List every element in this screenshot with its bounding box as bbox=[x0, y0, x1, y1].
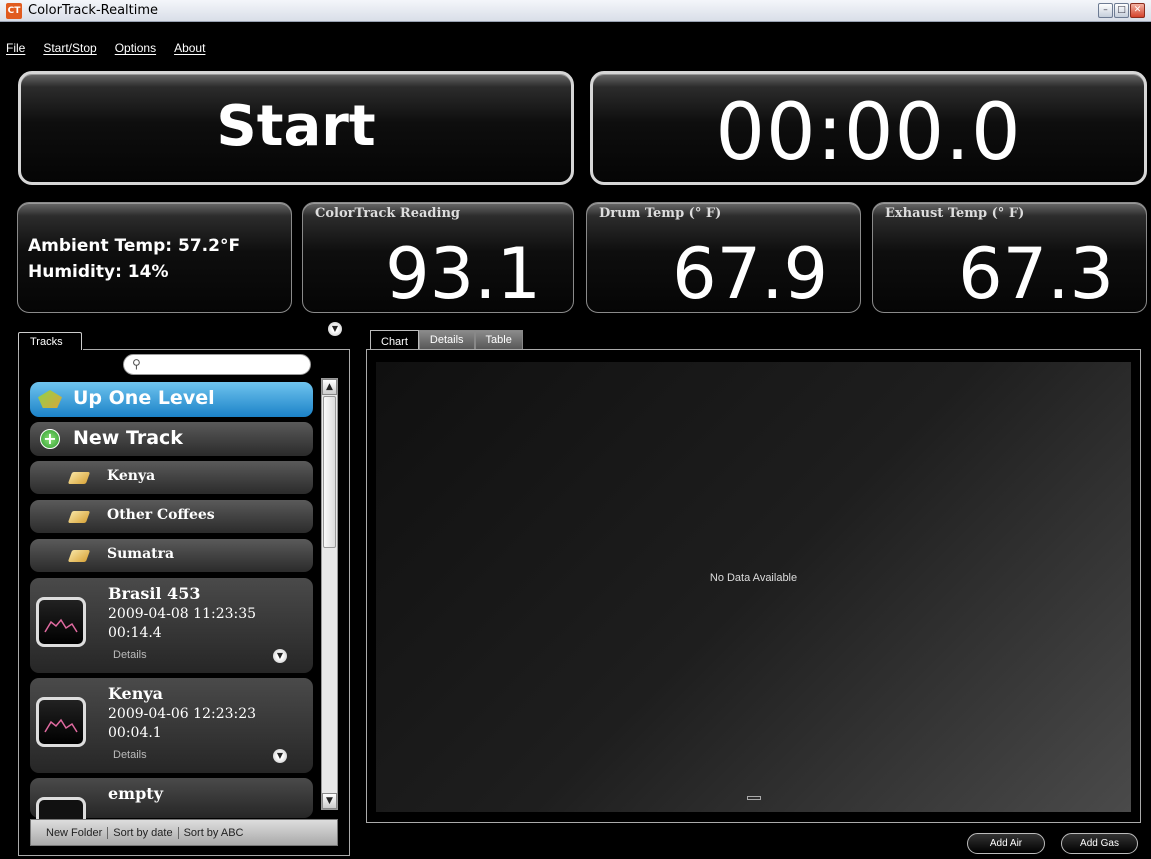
new-track-label: New Track bbox=[73, 427, 183, 449]
track-details-link[interactable]: Details bbox=[113, 649, 147, 661]
add-air-button[interactable]: Add Air bbox=[967, 833, 1045, 854]
menu-file[interactable]: File bbox=[0, 38, 37, 59]
up-one-level-button[interactable]: Up One Level bbox=[30, 382, 313, 417]
no-data-message: No Data Available bbox=[709, 572, 798, 584]
tracks-scrollbar[interactable]: ▲ ▼ bbox=[321, 378, 338, 810]
folder-icon bbox=[67, 511, 91, 523]
maximize-button[interactable]: □ bbox=[1114, 3, 1129, 18]
chevron-down-icon[interactable]: ▼ bbox=[328, 322, 342, 336]
metric-title: Drum Temp (° F) bbox=[599, 206, 722, 221]
folder-icon bbox=[67, 472, 91, 484]
timer-display: 00:00.0 bbox=[590, 71, 1147, 185]
folder-item[interactable]: Sumatra bbox=[30, 539, 313, 572]
window-title: ColorTrack-Realtime bbox=[28, 3, 159, 18]
title-bar: CT ColorTrack-Realtime – □ ✕ bbox=[0, 0, 1151, 22]
chart-thumbnail-icon bbox=[36, 697, 86, 747]
minimize-button[interactable]: – bbox=[1098, 3, 1113, 18]
ambient-panel bbox=[17, 202, 292, 313]
close-button[interactable]: ✕ bbox=[1130, 3, 1145, 18]
app-icon: CT bbox=[6, 2, 22, 19]
ambient-temp: Ambient Temp: 57.2°F bbox=[28, 236, 241, 256]
chart-thumbnail-icon bbox=[36, 597, 86, 647]
track-date: 2009-04-06 12:23:23 bbox=[108, 706, 257, 722]
start-button[interactable]: Start bbox=[18, 71, 574, 185]
search-input[interactable]: ⚲ bbox=[123, 354, 311, 375]
metric-value: 67.3 bbox=[958, 233, 1114, 315]
metric-value: 93.1 bbox=[385, 233, 541, 315]
chevron-down-icon[interactable]: ▼ bbox=[273, 649, 287, 663]
metric-title: Exhaust Temp (° F) bbox=[885, 206, 1025, 221]
metric-value: 67.9 bbox=[672, 233, 828, 315]
scroll-thumb[interactable] bbox=[323, 396, 336, 548]
window-controls: – □ ✕ bbox=[1098, 3, 1145, 18]
chart-tabs: Chart Details Table bbox=[370, 330, 523, 350]
folder-icon bbox=[67, 550, 91, 562]
sort-by-abc-button[interactable]: Sort by ABC bbox=[179, 827, 249, 839]
scroll-down-icon[interactable]: ▼ bbox=[322, 793, 337, 809]
new-track-button[interactable]: + New Track bbox=[30, 422, 313, 456]
folder-label: Sumatra bbox=[107, 546, 175, 562]
new-folder-button[interactable]: New Folder bbox=[41, 826, 109, 839]
tracks-actions-bar: New Folder Sort by date Sort by ABC bbox=[30, 819, 338, 846]
chart-area: No Data Available bbox=[376, 362, 1131, 812]
add-gas-button[interactable]: Add Gas bbox=[1061, 833, 1138, 854]
plus-icon: + bbox=[40, 429, 60, 449]
track-item[interactable]: empty bbox=[30, 778, 313, 827]
scroll-up-icon[interactable]: ▲ bbox=[322, 379, 337, 395]
tab-tracks[interactable]: Tracks bbox=[18, 332, 82, 352]
search-icon: ⚲ bbox=[132, 357, 141, 371]
up-one-level-label: Up One Level bbox=[73, 387, 215, 409]
chevron-down-icon[interactable]: ▼ bbox=[273, 749, 287, 763]
folder-up-icon bbox=[38, 390, 62, 408]
menu-start-stop[interactable]: Start/Stop bbox=[37, 38, 108, 59]
timer-value: 00:00.0 bbox=[715, 88, 1022, 178]
menu-about[interactable]: About bbox=[168, 38, 217, 59]
menu-options[interactable]: Options bbox=[109, 38, 168, 59]
chart-resize-handle[interactable] bbox=[747, 796, 761, 800]
track-duration: 00:14.4 bbox=[108, 625, 162, 641]
folder-item[interactable]: Other Coffees bbox=[30, 500, 313, 533]
metric-title: ColorTrack Reading bbox=[315, 206, 460, 221]
colortrack-reading-panel: ColorTrack Reading 93.1 bbox=[302, 202, 574, 315]
tab-table[interactable]: Table bbox=[474, 330, 523, 350]
track-date: 2009-04-08 11:23:35 bbox=[108, 606, 257, 622]
humidity: Humidity: 14% bbox=[28, 262, 169, 282]
track-name: empty bbox=[108, 784, 163, 803]
folder-label: Kenya bbox=[107, 468, 156, 484]
folder-item[interactable]: Kenya bbox=[30, 461, 313, 494]
track-item[interactable]: Brasil 453 2009-04-08 11:23:35 00:14.4 D… bbox=[30, 578, 313, 673]
drum-temp-panel: Drum Temp (° F) 67.9 bbox=[586, 202, 861, 315]
tab-chart[interactable]: Chart bbox=[370, 330, 419, 350]
track-details-link[interactable]: Details bbox=[113, 749, 147, 761]
start-label: Start bbox=[216, 94, 376, 159]
exhaust-temp-panel: Exhaust Temp (° F) 67.3 bbox=[872, 202, 1147, 315]
track-item[interactable]: Kenya 2009-04-06 12:23:23 00:04.1 Detail… bbox=[30, 678, 313, 773]
folder-label: Other Coffees bbox=[107, 507, 215, 523]
track-name: Kenya bbox=[108, 684, 164, 703]
sort-by-date-button[interactable]: Sort by date bbox=[108, 826, 179, 839]
track-duration: 00:04.1 bbox=[108, 725, 162, 741]
tab-details[interactable]: Details bbox=[418, 330, 475, 350]
menu-bar: File Start/Stop Options About bbox=[0, 38, 1151, 59]
track-name: Brasil 453 bbox=[108, 584, 201, 603]
